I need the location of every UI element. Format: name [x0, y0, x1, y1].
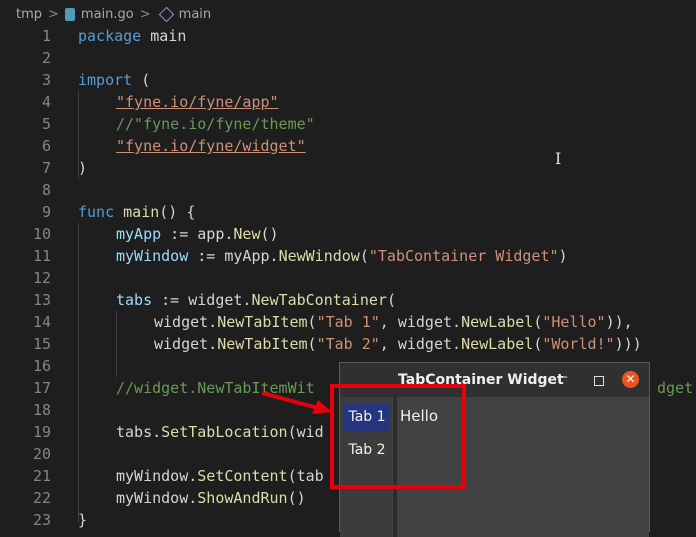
annotation-arrow-icon — [261, 391, 332, 414]
